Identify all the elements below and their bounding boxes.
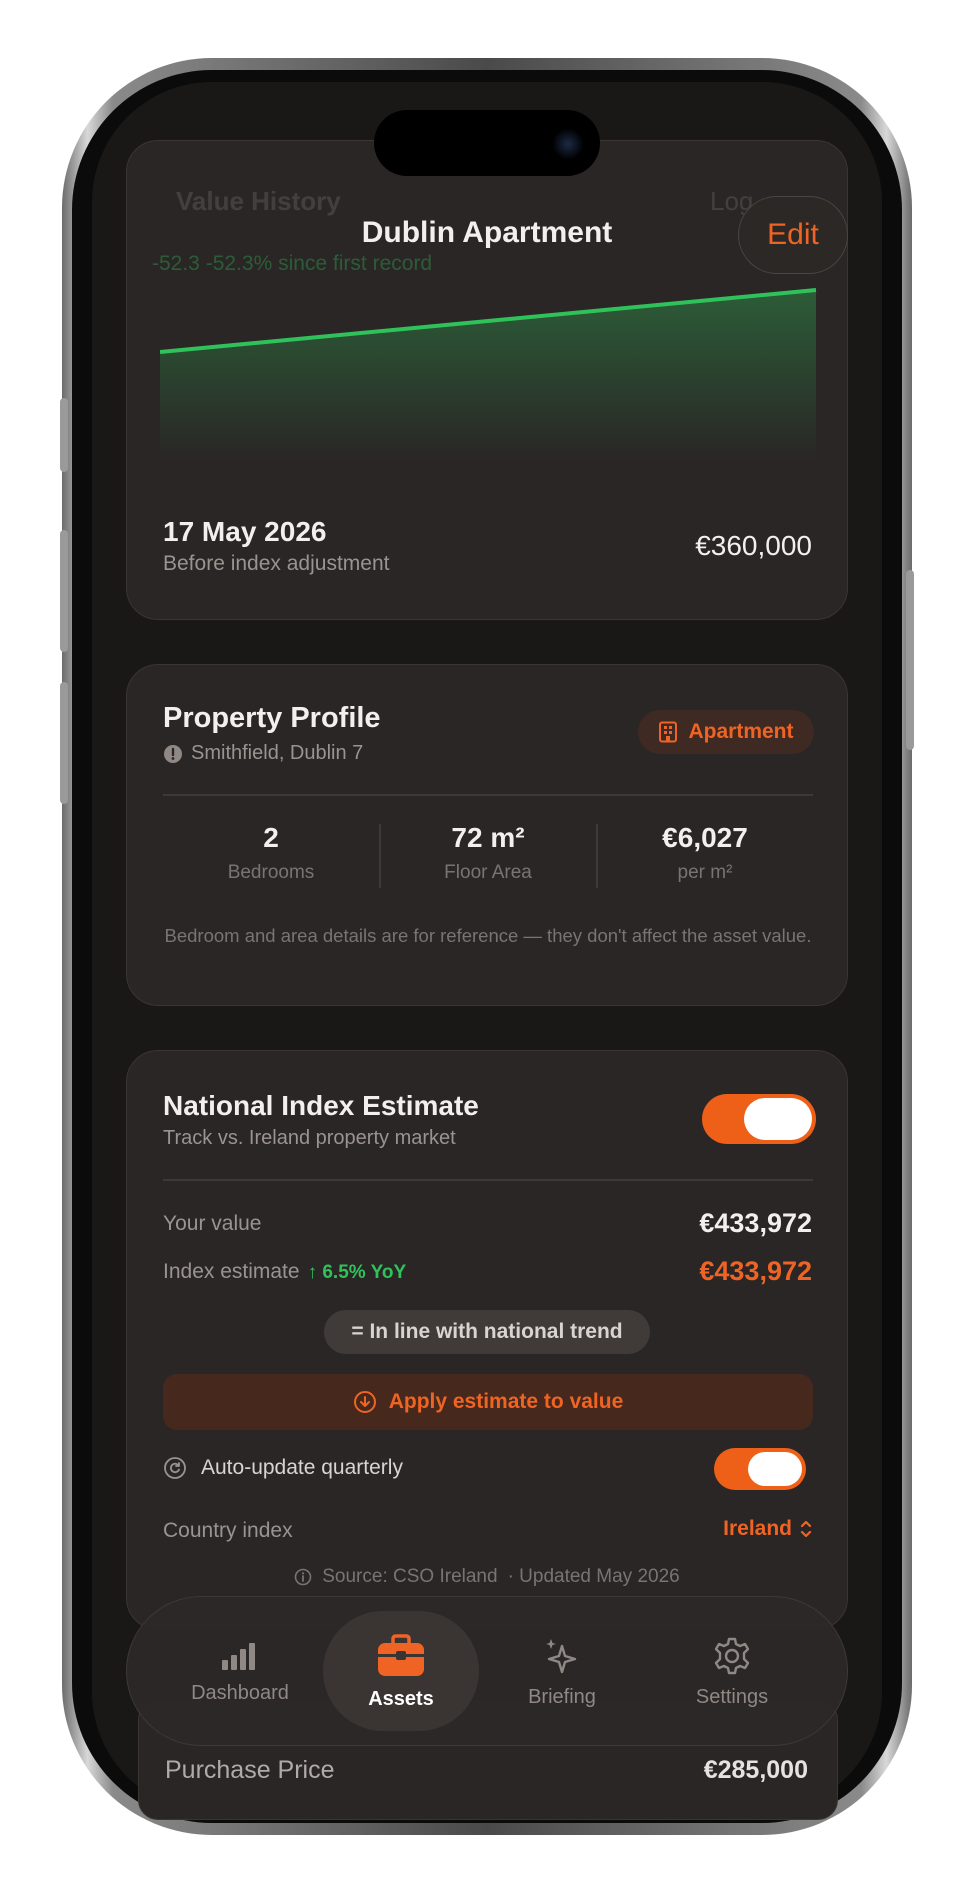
edit-button[interactable]: Edit: [738, 196, 848, 274]
stat-price-per-m2: €6,027 per m²: [597, 822, 813, 884]
briefcase-icon: [378, 1633, 424, 1676]
bar-chart-icon: [222, 1642, 255, 1670]
country-index-label: Country index: [163, 1519, 293, 1542]
property-type-badge[interactable]: Apartment: [638, 710, 814, 754]
tab-bar: Dashboard Assets Briefing Settings: [126, 1596, 848, 1746]
toggle-knob: [748, 1452, 802, 1486]
country-index-value: Ireland: [723, 1517, 792, 1540]
source-text: Source: CSO Ireland: [322, 1566, 498, 1587]
index-divider: [163, 1179, 813, 1181]
location-pin-icon: [164, 744, 182, 763]
stat-bedrooms: 2 Bedrooms: [163, 822, 379, 884]
auto-update-toggle[interactable]: [714, 1448, 806, 1490]
toggle-knob: [744, 1098, 812, 1140]
stat-value: €6,027: [662, 822, 748, 853]
index-subtitle: Track vs. Ireland property market: [163, 1127, 456, 1149]
tab-label: Dashboard: [191, 1681, 289, 1704]
ghost-change-text: -52.3 -52.3% since first record: [152, 252, 433, 275]
value-history-chart: [160, 288, 817, 460]
history-note: Before index adjustment: [163, 552, 390, 575]
profile-divider: [163, 794, 813, 796]
source-row: Source: CSO Ireland · Updated May 2026: [0, 1566, 974, 1588]
sparkle-icon: [546, 1638, 577, 1673]
tab-assets[interactable]: Assets: [323, 1597, 479, 1747]
volume-up-button: [60, 530, 68, 652]
info-icon: [294, 1568, 312, 1586]
auto-update-label: Auto-update quarterly: [201, 1456, 403, 1479]
history-value: €360,000: [695, 530, 812, 561]
building-icon: [659, 721, 678, 743]
chevron-up-down-icon: [800, 1520, 812, 1538]
apply-estimate-button[interactable]: Apply estimate to value: [163, 1374, 813, 1430]
yoy-change: ↑ 6.5% YoY: [307, 1262, 407, 1283]
stat-value: 2: [263, 822, 279, 853]
updated-text: · Updated May 2026: [507, 1566, 680, 1587]
property-type-label: Apartment: [688, 720, 794, 743]
purchase-price-value: €285,000: [703, 1756, 808, 1784]
tab-settings[interactable]: Settings: [645, 1597, 819, 1747]
refresh-icon: [164, 1457, 186, 1479]
index-estimate-value: €433,972: [699, 1256, 812, 1286]
action-button: [60, 398, 68, 472]
stat-floor-area: 72 m² Floor Area: [380, 822, 596, 884]
auto-update-row: Auto-update quarterly: [163, 1456, 403, 1480]
index-title: National Index Estimate: [163, 1090, 479, 1121]
tab-briefing[interactable]: Briefing: [479, 1597, 645, 1747]
purchase-price-label: Purchase Price: [165, 1756, 335, 1784]
camera-icon: [552, 128, 584, 160]
chart-area-fill: [160, 290, 816, 460]
your-value: €433,972: [699, 1208, 812, 1238]
download-circle-icon: [353, 1391, 376, 1413]
your-value-label: Your value: [163, 1212, 262, 1235]
profile-title: Property Profile: [163, 702, 381, 734]
stat-label: per m²: [677, 862, 733, 883]
country-index-picker[interactable]: Ireland: [723, 1517, 812, 1541]
index-estimate-label: Index estimate: [163, 1260, 300, 1283]
location-row: Smithfield, Dublin 7: [163, 742, 363, 765]
trend-badge: = In line with national trend: [324, 1310, 650, 1354]
location-text: Smithfield, Dublin 7: [191, 742, 364, 764]
profile-footnote: Bedroom and area details are for referen…: [164, 925, 812, 946]
stat-label: Floor Area: [444, 862, 532, 883]
gear-icon: [714, 1637, 750, 1674]
tab-label: Assets: [368, 1687, 434, 1710]
tab-label: Settings: [695, 1685, 769, 1708]
tab-dashboard[interactable]: Dashboard: [157, 1597, 323, 1747]
stat-value: 72 m²: [451, 822, 525, 853]
stat-label: Bedrooms: [227, 862, 315, 883]
index-toggle[interactable]: [702, 1094, 816, 1144]
power-button: [906, 570, 914, 750]
index-estimate-row: Index estimate ↑ 6.5% YoY: [163, 1260, 406, 1284]
history-date: 17 May 2026: [163, 516, 327, 547]
apply-estimate-label: Apply estimate to value: [388, 1390, 624, 1413]
volume-down-button: [60, 682, 68, 804]
ghost-section-title: Value History: [176, 186, 341, 216]
tab-label: Briefing: [528, 1685, 596, 1708]
